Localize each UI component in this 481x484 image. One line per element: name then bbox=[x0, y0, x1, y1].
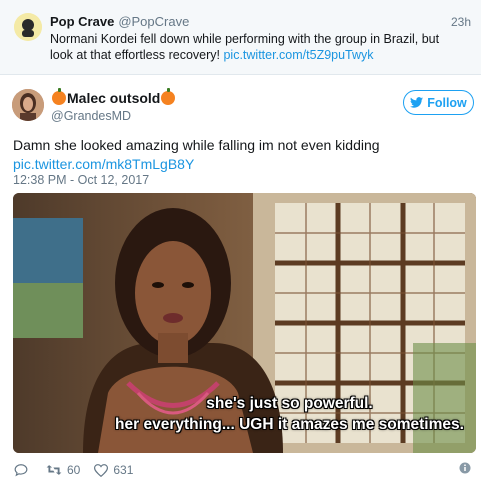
main-timestamp[interactable]: 12:38 PM - Oct 12, 2017 bbox=[13, 173, 149, 187]
retweet-icon bbox=[46, 465, 62, 475]
heart-icon bbox=[94, 463, 109, 477]
main-author-handle[interactable]: @GrandesMD bbox=[51, 109, 131, 123]
parent-tweet[interactable]: Pop Crave @PopCrave 23h Normani Kordei fe… bbox=[0, 0, 481, 75]
main-media-link[interactable]: pic.twitter.com/mk8TmLgB8Y bbox=[13, 155, 473, 174]
retweet-count: 60 bbox=[67, 463, 81, 477]
twitter-bird-icon bbox=[410, 97, 424, 108]
parent-author[interactable]: Pop Crave @PopCrave bbox=[50, 14, 189, 29]
tweet-media-image[interactable]: she's just so powerful. her everything..… bbox=[13, 193, 476, 453]
parent-timestamp[interactable]: 23h bbox=[451, 15, 471, 29]
retweet-button[interactable]: 60 bbox=[46, 463, 80, 477]
main-tweet-text: Damn she looked amazing while falling im… bbox=[13, 136, 473, 174]
main-text-body: Damn she looked amazing while falling im… bbox=[13, 137, 380, 153]
reply-button[interactable] bbox=[14, 463, 28, 477]
tweet-info-button[interactable] bbox=[459, 462, 471, 477]
malec-avatar[interactable] bbox=[12, 89, 44, 121]
follow-label: Follow bbox=[427, 95, 467, 110]
main-author-name[interactable]: Malec outsold bbox=[67, 90, 160, 106]
info-icon bbox=[459, 462, 471, 474]
follow-button[interactable]: Follow bbox=[403, 90, 474, 115]
parent-author-name[interactable]: Pop Crave bbox=[50, 14, 114, 29]
parent-tweet-text: Normani Kordei fell down while performin… bbox=[50, 31, 460, 63]
tweet-actions: 60 631 bbox=[14, 461, 471, 479]
media-caption-line1: she's just so powerful. bbox=[206, 395, 373, 412]
media-caption: she's just so powerful. her everything..… bbox=[13, 393, 476, 435]
media-caption-line2: her everything... UGH it amazes me somet… bbox=[115, 416, 464, 433]
parent-media-link[interactable]: pic.twitter.com/t5Z9puTwyk bbox=[223, 48, 373, 62]
pumpkin-icon bbox=[52, 88, 66, 105]
reply-icon bbox=[14, 464, 28, 477]
main-author-name-row[interactable]: Malec outsold bbox=[51, 88, 176, 106]
like-count: 631 bbox=[113, 463, 134, 477]
like-button[interactable]: 631 bbox=[94, 463, 133, 477]
pop-crave-avatar[interactable] bbox=[14, 13, 42, 41]
parent-author-handle[interactable]: @PopCrave bbox=[118, 14, 189, 29]
pumpkin-icon bbox=[161, 88, 176, 105]
